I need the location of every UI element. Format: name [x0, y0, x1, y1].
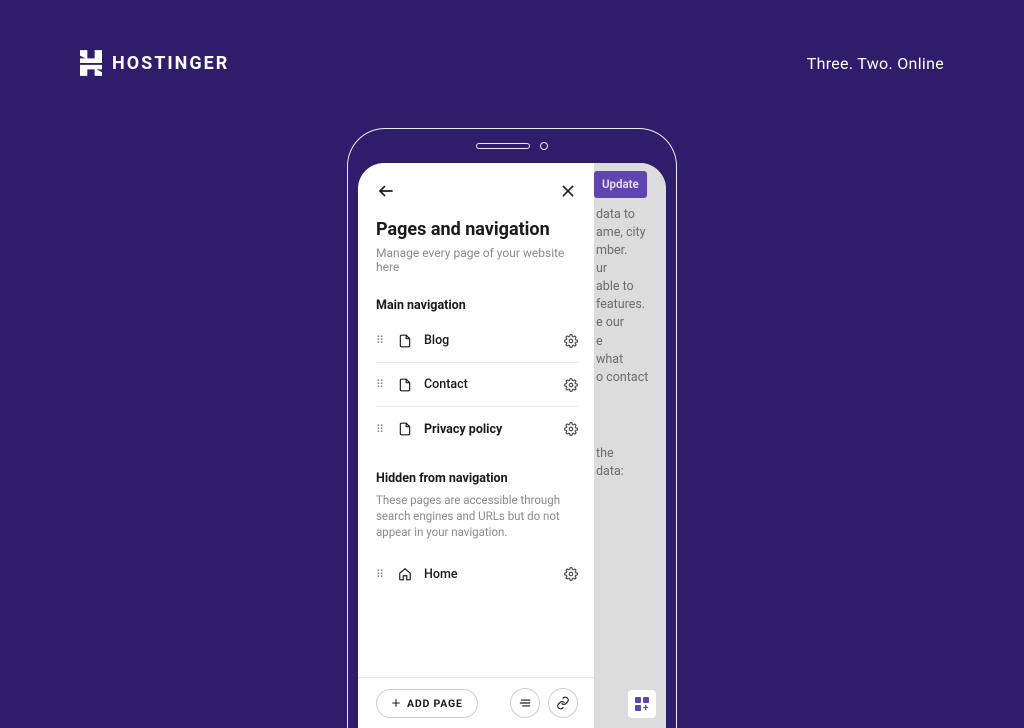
- nav-item[interactable]: ⠿ Privacy policy: [376, 407, 578, 451]
- home-icon: [398, 567, 412, 581]
- add-page-button[interactable]: ADD PAGE: [376, 689, 478, 718]
- nav-item-label: Blog: [424, 333, 552, 348]
- brand-name: HOSTINGER: [112, 53, 229, 74]
- panel-title: Pages and navigation: [376, 219, 578, 240]
- back-button[interactable]: [376, 181, 396, 201]
- phone-camera: [540, 142, 548, 150]
- gear-icon[interactable]: [564, 422, 578, 436]
- background-page-content: Update data to ame, city mber. ur able t…: [594, 163, 666, 728]
- tagline: Three. Two. Online: [807, 54, 944, 73]
- page-icon: [398, 378, 412, 392]
- link-button[interactable]: [548, 688, 578, 718]
- main-nav-heading: Main navigation: [376, 298, 578, 313]
- plus-icon: [391, 698, 401, 708]
- phone-screen: Pages and navigation Manage every page o…: [358, 163, 666, 728]
- grid-plus-icon: [635, 697, 649, 711]
- list-icon: [518, 696, 532, 710]
- widgets-button[interactable]: [628, 690, 656, 718]
- update-button[interactable]: Update: [594, 171, 647, 198]
- background-text: the data:: [596, 445, 660, 481]
- gear-icon[interactable]: [564, 378, 578, 392]
- panel-subtitle: Manage every page of your website here: [376, 246, 578, 274]
- nav-item[interactable]: ⠿ Contact: [376, 363, 578, 407]
- add-page-label: ADD PAGE: [407, 697, 463, 710]
- phone-speaker: [476, 143, 530, 149]
- hidden-list: ⠿ Home: [376, 552, 578, 596]
- hidden-description: These pages are accessible through searc…: [376, 492, 578, 540]
- gear-icon[interactable]: [564, 334, 578, 348]
- drag-handle-icon[interactable]: ⠿: [376, 378, 386, 391]
- main-nav-list: ⠿ Blog ⠿ Contact: [376, 319, 578, 451]
- page-icon: [398, 334, 412, 348]
- pages-nav-panel: Pages and navigation Manage every page o…: [358, 163, 596, 728]
- phone-frame: Pages and navigation Manage every page o…: [347, 128, 677, 728]
- page-icon: [398, 422, 412, 436]
- nav-item[interactable]: ⠿ Home: [376, 552, 578, 596]
- drag-handle-icon[interactable]: ⠿: [376, 423, 386, 436]
- gear-icon[interactable]: [564, 567, 578, 581]
- reorder-button[interactable]: [510, 688, 540, 718]
- hidden-heading: Hidden from navigation: [376, 471, 578, 486]
- close-button[interactable]: [558, 181, 578, 201]
- nav-item-label: Privacy policy: [424, 422, 552, 437]
- background-text: data to ame, city mber. ur able to featu…: [596, 206, 660, 387]
- drag-handle-icon[interactable]: ⠿: [376, 334, 386, 347]
- nav-item[interactable]: ⠿ Blog: [376, 319, 578, 363]
- nav-item-label: Home: [424, 567, 552, 582]
- hostinger-logo-icon: [80, 50, 102, 76]
- brand-logo: HOSTINGER: [80, 50, 229, 76]
- drag-handle-icon[interactable]: ⠿: [376, 568, 386, 581]
- link-icon: [556, 696, 570, 710]
- nav-item-label: Contact: [424, 377, 552, 392]
